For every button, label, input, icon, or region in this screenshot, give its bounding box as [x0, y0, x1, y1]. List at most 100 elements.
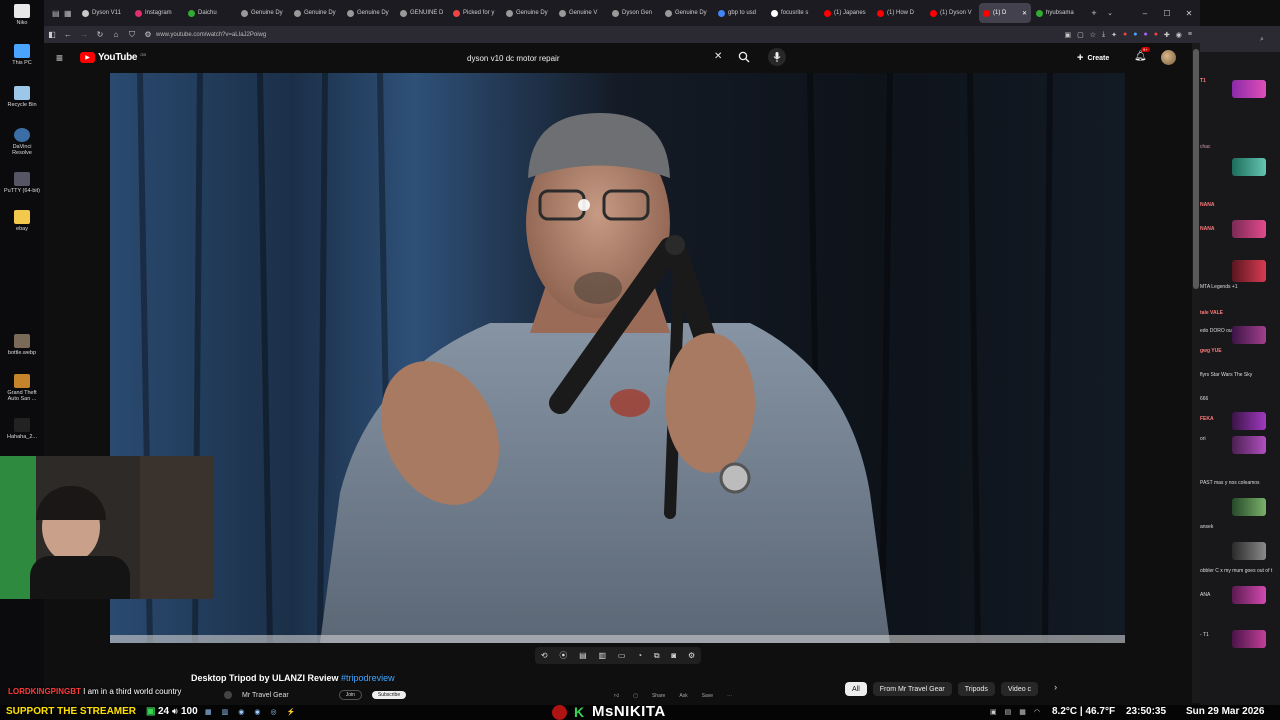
- browser-tab[interactable]: (1) Dyson V: [926, 3, 978, 23]
- taskbar-app-icon[interactable]: ▥: [222, 708, 229, 716]
- extension-icon[interactable]: ✦: [1111, 31, 1117, 39]
- extension-icon[interactable]: ●: [1154, 31, 1158, 39]
- extension-icon[interactable]: ●: [1123, 31, 1127, 39]
- browser-tab[interactable]: Dyson Gen: [608, 3, 660, 23]
- desktop-icon-recycle-bin[interactable]: Recycle Bin: [2, 86, 42, 108]
- home-button[interactable]: ⌂: [108, 30, 124, 39]
- screenshot-icon[interactable]: ◙: [671, 651, 676, 660]
- browser-tab[interactable]: focusrite s: [767, 3, 819, 23]
- page-scrollbar[interactable]: [1192, 43, 1200, 703]
- taskbar-app-icon[interactable]: ◉: [254, 708, 260, 716]
- sidebar-icon[interactable]: ◧: [44, 30, 60, 39]
- taskbar-app-icon[interactable]: ⚡: [287, 708, 296, 716]
- browser-tab[interactable]: Daichu: [184, 3, 236, 23]
- browser-tab-active[interactable]: (1) D ✕: [979, 3, 1031, 23]
- forward-button[interactable]: →: [76, 30, 92, 39]
- minimize-button[interactable]: –: [1134, 9, 1156, 18]
- video-player[interactable]: [110, 73, 1125, 643]
- join-button[interactable]: Join: [338, 690, 362, 700]
- chip-from-channel[interactable]: From Mr Travel Gear: [872, 682, 952, 696]
- bookmark-star-icon[interactable]: ☆: [1090, 31, 1096, 39]
- browser-tab[interactable]: Genuine Dy: [502, 3, 554, 23]
- hamburger-menu-icon[interactable]: ≡: [56, 51, 63, 65]
- reload-button[interactable]: ↻: [92, 30, 108, 39]
- desktop-icon-davinci[interactable]: DaVinci Resolve: [2, 128, 42, 156]
- taskbar-app-icon[interactable]: ◎: [270, 708, 276, 716]
- clear-search-icon[interactable]: ✕: [714, 51, 722, 62]
- chip-tripods[interactable]: Tripods: [957, 682, 995, 696]
- back-button[interactable]: ←: [60, 30, 76, 39]
- chip-all[interactable]: All: [845, 682, 867, 696]
- download-icon[interactable]: ⤓: [1102, 31, 1105, 39]
- search-icon[interactable]: ⌕: [1260, 36, 1264, 44]
- browser-tab[interactable]: Genuine Dy: [290, 3, 342, 23]
- tray-icon[interactable]: ▦: [1019, 708, 1026, 716]
- browser-tab[interactable]: gbp to usd: [714, 3, 766, 23]
- browser-tab[interactable]: Genuine Dy: [661, 3, 713, 23]
- desktop-icon-putty[interactable]: PuTTY (64-bit): [2, 172, 42, 194]
- browser-tab[interactable]: Genuine V: [555, 3, 607, 23]
- browser-tab[interactable]: Picked for y: [449, 3, 501, 23]
- new-tab-button[interactable]: +: [1085, 8, 1103, 18]
- sidebar-toggle-icon[interactable]: ▤: [52, 9, 64, 18]
- like-icon[interactable]: 👍︎: [614, 693, 619, 699]
- browser-tab[interactable]: Genuine Dy: [237, 3, 289, 23]
- menu-icon[interactable]: ≡: [1188, 31, 1192, 39]
- browser-tab[interactable]: (1) Japanes: [820, 3, 872, 23]
- desktop-icon-hahaha[interactable]: Hahaha_2...: [2, 418, 42, 440]
- speed-icon[interactable]: ◔: [637, 651, 642, 660]
- audio-icon[interactable]: ⦿: [559, 650, 567, 661]
- ask-button[interactable]: Ask: [679, 693, 687, 699]
- settings-gear-icon[interactable]: ⚙: [688, 651, 695, 660]
- tab-list-icon[interactable]: ▦: [64, 9, 78, 18]
- window-close-button[interactable]: ✕: [1178, 9, 1200, 18]
- share-button[interactable]: Share: [652, 693, 665, 699]
- taskbar-app-icon[interactable]: ▦: [205, 708, 212, 716]
- browser-tab[interactable]: GENUINE D: [396, 3, 448, 23]
- wifi-icon[interactable]: ◠: [1034, 708, 1040, 716]
- comment-icon[interactable]: ▢: [633, 693, 638, 699]
- taskbar-app-icon[interactable]: ◉: [238, 708, 244, 716]
- chevron-right-icon[interactable]: ›: [1044, 682, 1057, 696]
- avatar[interactable]: [1161, 50, 1176, 65]
- create-button[interactable]: + Create: [1077, 50, 1109, 66]
- browser-tab[interactable]: Dyson V11: [78, 3, 130, 23]
- extensions-puzzle-icon[interactable]: ✚: [1164, 31, 1170, 39]
- browser-tab[interactable]: Instagram: [131, 3, 183, 23]
- captions-icon[interactable]: ▤: [579, 651, 587, 660]
- desktop-icon-this-pc[interactable]: This PC: [2, 44, 42, 66]
- reader-icon[interactable]: ▣: [1064, 31, 1071, 39]
- desktop-icon-gta[interactable]: Grand Theft Auto San ...: [2, 374, 42, 402]
- youtube-logo[interactable]: ▶ YouTube GB: [80, 52, 146, 63]
- tray-icon[interactable]: ▣: [990, 708, 997, 716]
- desktop-icon-user[interactable]: Niko: [2, 4, 42, 26]
- chevron-down-icon[interactable]: ⌄: [1103, 9, 1117, 17]
- maximize-button[interactable]: ☐: [1156, 9, 1178, 18]
- tray-icon[interactable]: ▤: [1005, 708, 1012, 716]
- browser-tab[interactable]: Genuine Dy: [343, 3, 395, 23]
- hashtag-link[interactable]: #tripodreview: [341, 673, 395, 683]
- browser-tab[interactable]: hyubsama: [1032, 3, 1084, 23]
- url-field[interactable]: www.youtube.com/watch?v=aLIaJ2Poiwg: [156, 32, 916, 38]
- save-button[interactable]: Save: [702, 693, 713, 699]
- screenshot-icon[interactable]: ▢: [1077, 31, 1084, 39]
- save-video-icon[interactable]: ▥: [599, 651, 607, 660]
- desktop-icon-ebay[interactable]: ebay: [2, 210, 42, 232]
- extension-icon[interactable]: ●: [1143, 31, 1147, 39]
- search-icon[interactable]: [736, 49, 752, 65]
- pip-icon[interactable]: ⧉: [654, 651, 660, 661]
- desktop-icon-bottle[interactable]: bottle.webp: [2, 334, 42, 356]
- extension-icon[interactable]: ●: [1133, 31, 1137, 39]
- scrollbar-thumb[interactable]: [1193, 49, 1199, 289]
- notifications-bell-icon[interactable]: 🔔︎: [1134, 51, 1147, 62]
- subscribe-button[interactable]: Subscribe: [371, 691, 407, 699]
- theater-icon[interactable]: ▭: [618, 651, 626, 660]
- tune-icon[interactable]: ⚙: [140, 30, 156, 39]
- channel-avatar[interactable]: [224, 691, 232, 699]
- microphone-icon[interactable]: [768, 48, 786, 66]
- profile-icon[interactable]: ◉: [1176, 31, 1182, 39]
- loop-icon[interactable]: ⟲: [541, 651, 548, 660]
- shield-icon[interactable]: ⛉: [124, 30, 140, 40]
- more-icon[interactable]: ⋯: [727, 693, 732, 699]
- close-icon[interactable]: ✕: [1022, 10, 1027, 17]
